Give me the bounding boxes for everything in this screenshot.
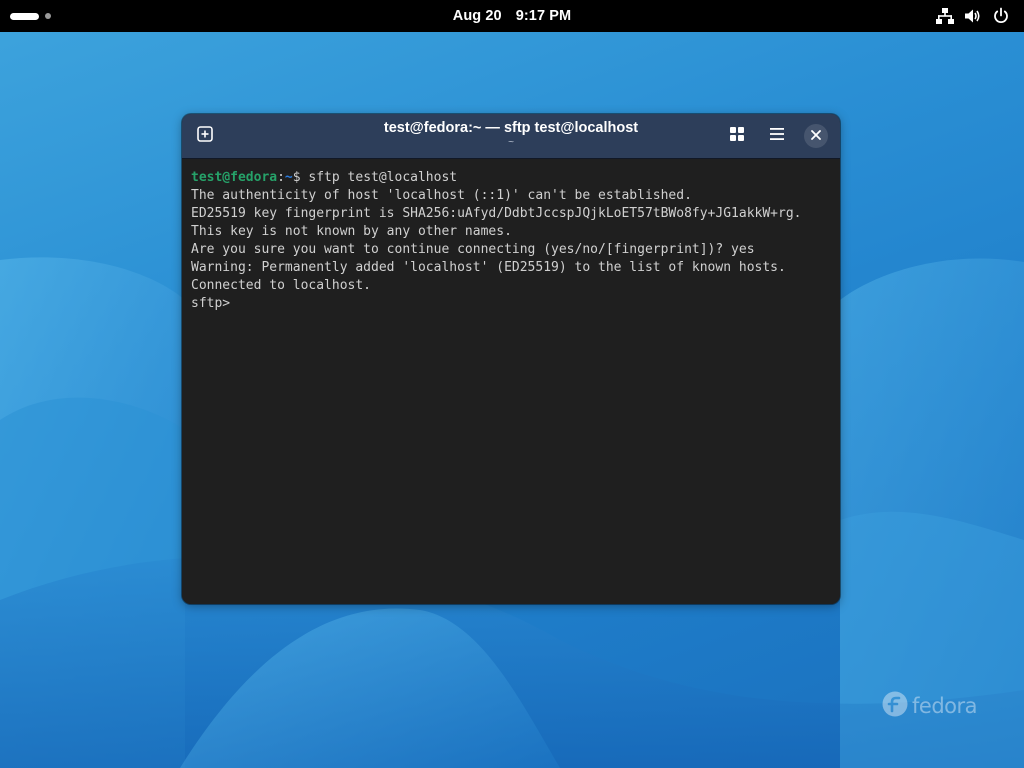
prompt-symbol: $ (292, 170, 309, 185)
output-line: This key is not known by any other names… (191, 224, 512, 239)
window-title-area: test@fedora:~ — sftp test@localhost ~ (302, 119, 720, 149)
window-subtitle: ~ (508, 137, 514, 148)
prompt-user: test@fedora (191, 170, 278, 185)
fedora-logo-icon (882, 691, 908, 722)
close-window-button[interactable] (804, 124, 828, 148)
fedora-wordmark: fedora (912, 694, 978, 718)
sftp-prompt: sftp> (191, 296, 231, 311)
terminal-output: test@fedora:~$ sftp test@localhost The a… (191, 169, 801, 313)
network-wired-icon (936, 7, 954, 25)
new-tab-button[interactable] (190, 121, 220, 151)
prompt-separator: : (277, 170, 285, 185)
output-line: Connected to localhost. (191, 278, 372, 293)
output-line: The authenticity of host 'localhost (::1… (191, 188, 692, 203)
hamburger-menu-icon (769, 126, 785, 147)
tab-overview-icon (729, 126, 745, 147)
fedora-watermark: fedora (882, 690, 978, 722)
power-icon (992, 7, 1010, 25)
workspace-dot (45, 13, 51, 19)
tab-overview-button[interactable] (722, 121, 752, 151)
terminal-window: test@fedora:~ — sftp test@localhost ~ te… (182, 114, 840, 604)
volume-icon (964, 7, 982, 25)
prompt-path: ~ (284, 170, 293, 185)
main-menu-button[interactable] (762, 121, 792, 151)
window-title: test@fedora:~ — sftp test@localhost (383, 120, 639, 136)
clock-time: 9:17 PM (515, 8, 572, 24)
output-line: Are you sure you want to continue connec… (191, 242, 755, 257)
terminal-body[interactable]: test@fedora:~$ sftp test@localhost The a… (182, 159, 840, 604)
system-indicators[interactable] (936, 6, 1010, 26)
workspace-active-pill (10, 12, 39, 20)
output-line: ED25519 key fingerprint is SHA256:uAfyd/… (191, 206, 802, 221)
activities-indicator[interactable] (10, 6, 51, 26)
terminal-headerbar[interactable]: test@fedora:~ — sftp test@localhost ~ (182, 114, 840, 159)
new-tab-icon (196, 125, 214, 148)
top-bar: Aug 20 9:17 PM (0, 0, 1024, 32)
clock-date: Aug 20 (452, 8, 502, 24)
command-text: sftp test@localhost (308, 170, 458, 185)
prompt-line: test@fedora:~$ sftp test@localhost (191, 170, 457, 185)
close-icon (811, 127, 821, 145)
desktop: Aug 20 9:17 PM test@fedora:~ — sftp test… (0, 0, 1024, 768)
output-line: Warning: Permanently added 'localhost' (… (191, 260, 786, 275)
clock[interactable]: Aug 20 9:17 PM (412, 0, 612, 32)
